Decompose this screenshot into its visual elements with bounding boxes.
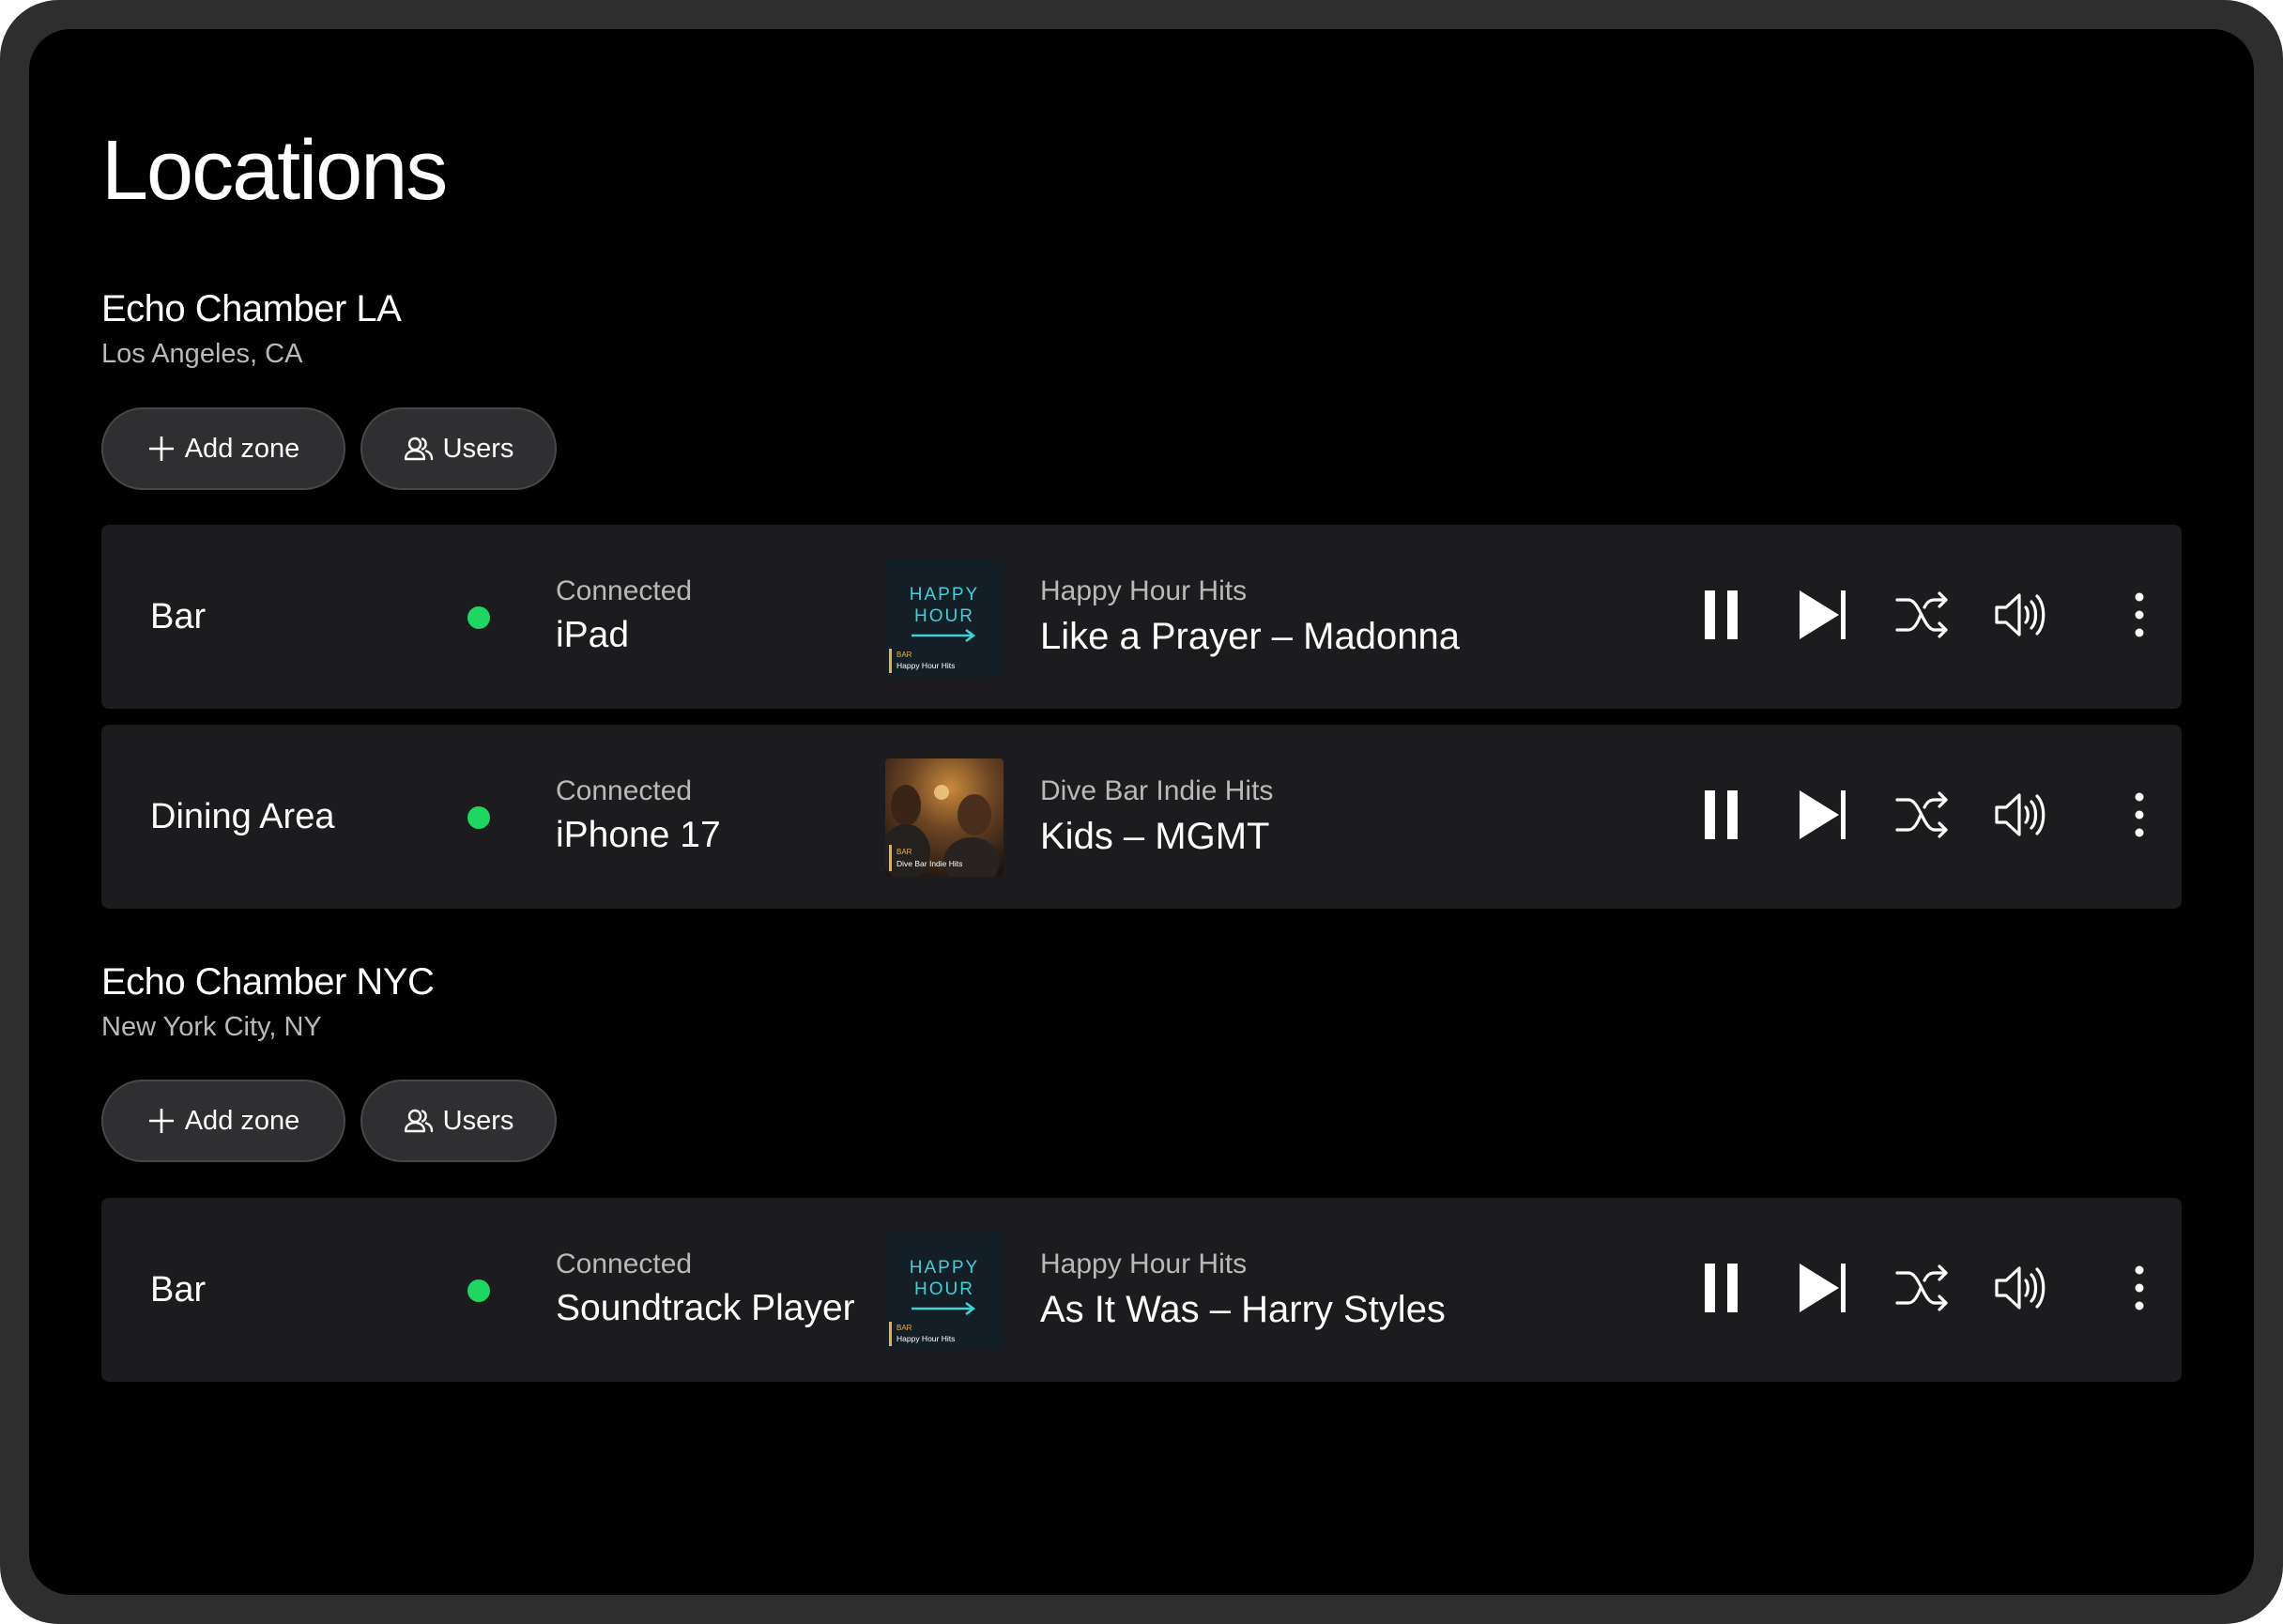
playlist-name: Dive Bar Indie Hits — [1040, 775, 1274, 806]
shuffle-button[interactable] — [1894, 1262, 1951, 1318]
skip-next-button[interactable] — [1795, 589, 1851, 645]
playlist-name: Happy Hour Hits — [1040, 1249, 1248, 1279]
users-icon — [404, 1107, 434, 1135]
plus-icon — [147, 1107, 176, 1135]
shuffle-button[interactable] — [1894, 789, 1951, 845]
skip-next-icon — [1798, 589, 1848, 646]
art-tag: BAR — [896, 651, 912, 659]
add-zone-label: Add zone — [184, 1105, 300, 1136]
shuffle-icon — [1895, 590, 1950, 644]
zone-row[interactable]: Bar Connected iPad HAPPY HOUR BAR Happy … — [101, 525, 2182, 709]
zone-name: Bar — [150, 1269, 207, 1310]
art-text-line1: HAPPY — [910, 1258, 979, 1278]
device-name: iPad — [556, 615, 630, 655]
location-name: Echo Chamber LA — [101, 288, 402, 329]
skip-next-icon — [1798, 789, 1848, 846]
volume-button[interactable] — [1994, 589, 2050, 645]
track-name: Like a Prayer – Madonna — [1040, 616, 1460, 657]
art-tag: BAR — [896, 848, 912, 856]
more-vertical-icon — [2134, 1265, 2145, 1315]
location-city: New York City, NY — [101, 1012, 322, 1042]
pause-button[interactable] — [1694, 589, 1751, 645]
zone-row[interactable]: Dining Area Connected iPhone 17 BAR Dive… — [101, 725, 2182, 909]
status-indicator — [467, 606, 490, 629]
plus-icon — [147, 435, 176, 463]
status-indicator — [467, 806, 490, 829]
shuffle-icon — [1895, 790, 1950, 844]
volume-icon — [1994, 590, 2050, 644]
art-caption: Dive Bar Indie Hits — [896, 859, 962, 868]
volume-button[interactable] — [1994, 1262, 2050, 1318]
users-icon — [404, 435, 434, 463]
art-caption: Happy Hour Hits — [896, 661, 955, 670]
location-city: Los Angeles, CA — [101, 339, 303, 369]
add-zone-button[interactable]: Add zone — [101, 1080, 345, 1162]
more-options-button[interactable] — [2111, 1262, 2168, 1318]
device-name: Soundtrack Player — [556, 1288, 855, 1328]
status-label: Connected — [556, 575, 693, 606]
skip-next-button[interactable] — [1795, 1262, 1851, 1318]
pause-icon — [1702, 589, 1743, 646]
playlist-artwork: HAPPY HOUR BAR Happy Hour Hits — [885, 559, 1004, 677]
users-button[interactable]: Users — [360, 407, 557, 490]
volume-icon — [1994, 790, 2050, 844]
status-label: Connected — [556, 1249, 693, 1279]
art-text-line2: HOUR — [914, 606, 974, 626]
zone-name: Bar — [150, 596, 207, 636]
users-label: Users — [442, 1105, 514, 1136]
zone-name: Dining Area — [150, 796, 335, 836]
playlist-artwork: HAPPY HOUR BAR Happy Hour Hits — [885, 1232, 1004, 1350]
more-options-button[interactable] — [2111, 789, 2168, 845]
device-frame: Locations Echo Chamber LA Los Angeles, C… — [0, 0, 2283, 1624]
track-name: As It Was – Harry Styles — [1040, 1289, 1446, 1330]
pause-button[interactable] — [1694, 789, 1751, 845]
location-name: Echo Chamber NYC — [101, 961, 435, 1003]
zone-row[interactable]: Bar Connected Soundtrack Player HAPPY HO… — [101, 1198, 2182, 1382]
users-label: Users — [442, 433, 514, 464]
add-zone-button[interactable]: Add zone — [101, 407, 345, 490]
users-button[interactable]: Users — [360, 1080, 557, 1162]
add-zone-label: Add zone — [184, 433, 300, 464]
shuffle-icon — [1895, 1264, 1950, 1317]
pause-icon — [1702, 1262, 1743, 1319]
art-text-line1: HAPPY — [910, 585, 979, 605]
playlist-artwork: BAR Dive Bar Indie Hits — [885, 758, 1004, 877]
shuffle-button[interactable] — [1894, 589, 1951, 645]
art-text-line2: HOUR — [914, 1279, 974, 1299]
art-caption: Happy Hour Hits — [896, 1334, 955, 1343]
status-label: Connected — [556, 775, 693, 806]
more-options-button[interactable] — [2111, 589, 2168, 645]
pause-icon — [1702, 789, 1743, 846]
volume-icon — [1994, 1264, 2050, 1317]
skip-next-icon — [1798, 1262, 1848, 1319]
art-tag: BAR — [896, 1324, 912, 1332]
playlist-name: Happy Hour Hits — [1040, 575, 1248, 606]
app-screen: Locations Echo Chamber LA Los Angeles, C… — [29, 29, 2254, 1595]
pause-button[interactable] — [1694, 1262, 1751, 1318]
track-name: Kids – MGMT — [1040, 816, 1270, 857]
skip-next-button[interactable] — [1795, 789, 1851, 845]
more-vertical-icon — [2134, 592, 2145, 642]
more-vertical-icon — [2134, 792, 2145, 842]
device-name: iPhone 17 — [556, 815, 721, 855]
volume-button[interactable] — [1994, 789, 2050, 845]
page-title: Locations — [101, 124, 448, 218]
status-indicator — [467, 1279, 490, 1302]
